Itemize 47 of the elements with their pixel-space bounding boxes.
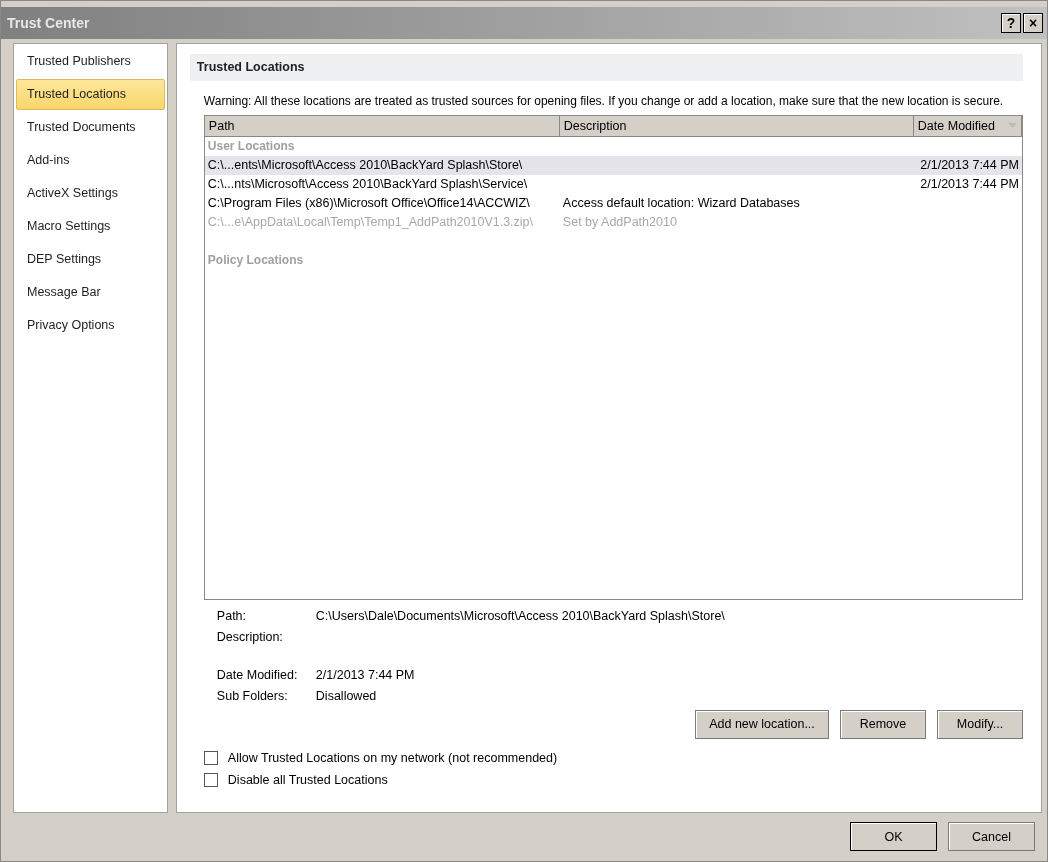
close-button[interactable]: × (1023, 12, 1043, 33)
column-header[interactable]: Description (559, 115, 914, 137)
detail-value: Disallowed (315, 689, 378, 704)
path-cell-text: C:\...ents\Microsoft\Access 2010\BackYard Splash\Store\ (206, 158, 523, 173)
description-cell-text: Access default location: Wizard Databases (561, 196, 800, 211)
help-button[interactable]: ? (1001, 12, 1021, 33)
table-row[interactable]: C:\...ents\Microsoft\Access 2010\BackYard Splash\Store\ 2/1/2013 7:44 PM (204, 155, 1022, 175)
group-label: User Locations (206, 138, 296, 156)
sidebar-item[interactable]: DEP Settings (16, 243, 165, 275)
detail-label: Description: (216, 630, 284, 645)
path-cell-text: C:\Program Files (x86)\Microsoft Office\Office14\ACCWIZ\ (206, 196, 530, 211)
sort-arrow-icon (1008, 123, 1017, 129)
description-cell-text: Set by AddPath2010 (561, 215, 677, 230)
detail-label: Path: (216, 609, 248, 624)
column-header[interactable]: Path (204, 115, 560, 137)
sidebar-item[interactable]: Add-ins (16, 144, 165, 176)
sidebar-item[interactable]: ActiveX Settings (16, 177, 165, 209)
path-cell-text: C:\...e\AppData\Local\Temp\Temp1_AddPath2010V1.3.zip\ (206, 215, 534, 230)
cancel-button[interactable]: Cancel (948, 822, 1035, 852)
table-row[interactable]: C:\...nts\Microsoft\Access 2010\BackYard Splash\Service\ 2/1/2013 7:44 PM (204, 174, 1022, 194)
path-cell-text: C:\...nts\Microsoft\Access 2010\BackYard Splash\Service\ (206, 177, 528, 192)
sidebar-item[interactable]: Trusted Locations (16, 78, 165, 110)
checkbox[interactable] (203, 772, 218, 787)
add-location-button[interactable]: Add new location... (695, 709, 829, 739)
column-header[interactable]: Date Modified (913, 115, 1022, 137)
warning-text: Warning: All these locations are treated as trusted sources for opening files. If you change or add a location, make sure that the new location is secure. (203, 92, 1005, 110)
group-label: Policy Locations (206, 252, 305, 270)
remove-button[interactable]: Remove (840, 709, 926, 739)
detail-value: 2/1/2013 7:44 PM (315, 668, 416, 683)
table-row[interactable]: C:\Program Files (x86)\Microsoft Office\Office14\ACCWIZ\ Access default location: Wizard Databases (204, 193, 1022, 213)
sidebar-item[interactable]: Trusted Documents (16, 111, 165, 143)
checkbox[interactable] (203, 750, 218, 765)
section-title: Trusted Locations (189, 53, 1023, 81)
sidebar-item[interactable]: Trusted Publishers (16, 45, 165, 77)
sidebar-item[interactable]: Macro Settings (16, 210, 165, 242)
modify-button[interactable]: Modify... (937, 709, 1023, 739)
date-cell-text: 2/1/2013 7:44 PM (920, 158, 1020, 173)
checkbox-label: Allow Trusted Locations on my network (not recommended) (227, 750, 558, 765)
ok-button[interactable]: OK (850, 822, 937, 852)
checkbox-label: Disable all Trusted Locations (227, 772, 388, 787)
detail-value: C:\Users\Dale\Documents\Microsoft\Access 2010\BackYard Splash\Store\ (315, 609, 726, 624)
detail-label: Date Modified: (216, 668, 299, 683)
sidebar-item[interactable]: Privacy Options (16, 309, 165, 341)
detail-label: Sub Folders: (216, 689, 289, 704)
window-title: Trust Center (7, 14, 90, 31)
sidebar-item[interactable]: Message Bar (16, 276, 165, 308)
date-cell-text: 2/1/2013 7:44 PM (920, 177, 1020, 192)
